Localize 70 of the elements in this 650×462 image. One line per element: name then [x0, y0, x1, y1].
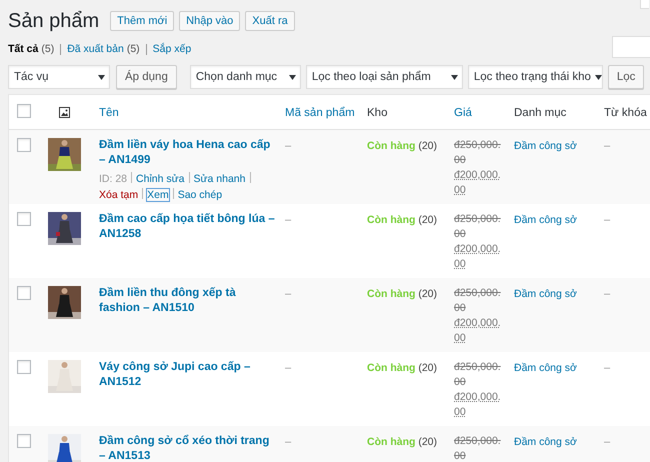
filter-select[interactable]: Lọc theo trạng thái kho: [468, 65, 603, 89]
search-field[interactable]: [612, 36, 650, 58]
sku-text: –: [285, 436, 292, 448]
tags-text: –: [604, 288, 610, 300]
product-name-link[interactable]: Đầm liền thu đông xếp tà fashion – AN1510: [99, 286, 285, 316]
stock-status: Còn hàng (20): [367, 214, 438, 226]
column-header: Từ khóa: [604, 107, 647, 119]
view-filter-link[interactable]: Tất cả: [8, 43, 38, 55]
row-action-link[interactable]: Chỉnh sửa: [136, 173, 184, 185]
category-link[interactable]: Đầm công sở: [514, 436, 577, 448]
column-header: Kho: [367, 107, 388, 119]
row-action-link[interactable]: Sao chép: [178, 189, 222, 201]
price-text: đ250,000.00: [454, 434, 502, 462]
header-button[interactable]: Thêm mới: [110, 11, 174, 31]
tags-text: –: [604, 140, 610, 152]
tags-text: –: [604, 214, 610, 226]
column-header[interactable]: Giá: [454, 107, 472, 119]
row-checkbox[interactable]: [17, 434, 31, 448]
price-text: đ250,000.00 đ200,000.00: [454, 286, 502, 346]
tags-text: –: [604, 436, 610, 448]
filter-select[interactable]: Lọc theo loại sản phẩm: [306, 65, 463, 89]
view-filter-link[interactable]: Đã xuất bản: [67, 43, 124, 55]
category-link[interactable]: Đầm công sở: [514, 362, 577, 374]
view-filter-link[interactable]: Sắp xếp: [152, 43, 192, 55]
filter-select[interactable]: Chọn danh mục: [190, 65, 301, 89]
select-all-checkbox[interactable]: [17, 104, 31, 118]
sku-text: –: [285, 288, 292, 300]
sku-text: –: [285, 140, 292, 152]
tags-text: –: [604, 362, 610, 374]
sku-text: –: [285, 362, 292, 374]
category-link[interactable]: Đầm công sở: [514, 288, 577, 300]
dropdown-arrow-icon: [288, 74, 296, 80]
row-checkbox[interactable]: [17, 360, 31, 374]
stock-status: Còn hàng (20): [367, 288, 438, 300]
dropdown-arrow-icon: [594, 74, 602, 80]
page-title: Sản phẩm: [8, 10, 100, 32]
stock-status: Còn hàng (20): [367, 436, 438, 448]
row-checkbox[interactable]: [17, 138, 31, 152]
dropdown-arrow-icon: [450, 74, 458, 80]
price-text: đ250,000.00 đ200,000.00: [454, 360, 502, 420]
view-count: (5): [41, 43, 54, 55]
column-header: Danh mục: [514, 107, 566, 119]
header-button[interactable]: Xuất ra: [245, 11, 295, 31]
view-count: (5): [126, 43, 140, 55]
product-name-link[interactable]: Đầm liền váy hoa Hena cao cấp – AN1499: [99, 138, 285, 168]
category-link[interactable]: Đầm công sở: [514, 140, 577, 152]
column-header[interactable]: Tên: [99, 107, 119, 119]
row-checkbox[interactable]: [17, 212, 31, 226]
category-link[interactable]: Đầm công sở: [514, 214, 577, 226]
sku-text: –: [285, 214, 292, 226]
row-action-link[interactable]: Xóa tạm: [99, 189, 138, 201]
screen-options-tab[interactable]: [640, 0, 649, 9]
row-action-link[interactable]: Sửa nhanh: [194, 173, 246, 185]
header-button[interactable]: Nhập vào: [179, 11, 240, 31]
dropdown-arrow-icon: [98, 74, 105, 80]
product-name-link[interactable]: Đầm công sở cổ xéo thời trang – AN1513: [99, 434, 285, 462]
product-name-link[interactable]: Đầm cao cấp họa tiết bông lúa – AN1258: [99, 212, 285, 242]
apply-button[interactable]: Áp dụng: [116, 65, 177, 89]
row-actions: ID: 28 Chỉnh sửa Sửa nhanh Xóa tạm Xem Sao chép: [99, 171, 285, 203]
stock-status: Còn hàng (20): [367, 362, 438, 374]
price-text: đ250,000.00 đ200,000.00: [454, 138, 502, 198]
price-text: đ250,000.00 đ200,000.00: [454, 212, 502, 272]
row-action-link[interactable]: Xem: [147, 189, 169, 201]
image-icon: [59, 106, 70, 118]
bulk-action-select[interactable]: Tác vụ: [8, 65, 110, 89]
stock-status: Còn hàng (20): [367, 140, 438, 152]
product-name-link[interactable]: Váy công sở Jupi cao cấp – AN1512: [99, 360, 285, 390]
row-checkbox[interactable]: [17, 286, 31, 300]
filter-button[interactable]: Lọc: [608, 65, 644, 89]
column-header[interactable]: Mã sản phẩm: [285, 107, 355, 119]
